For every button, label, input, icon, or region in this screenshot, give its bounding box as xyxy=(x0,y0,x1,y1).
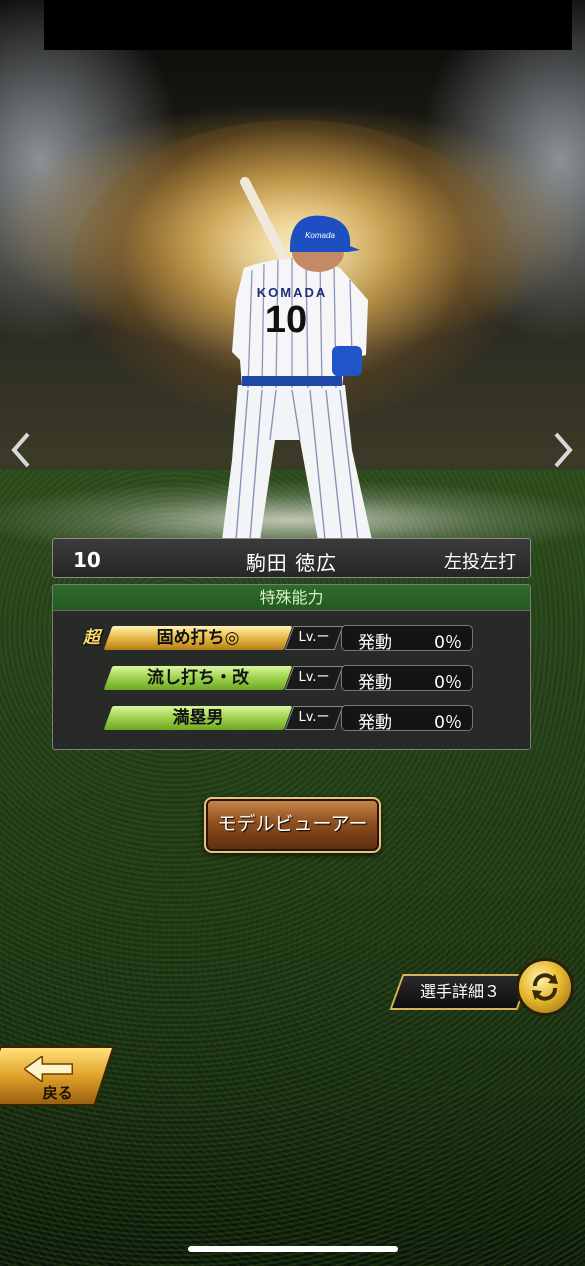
chevron-right-icon xyxy=(554,432,573,468)
back-label: 戻る xyxy=(42,1084,73,1102)
rate-label: 発動 xyxy=(358,673,392,693)
refresh-arrows-icon xyxy=(532,973,558,1001)
abilities-header: 特殊能力 xyxy=(53,585,530,611)
super-badge: 超 xyxy=(83,628,100,648)
activation-rate: 発動 0％ xyxy=(341,625,473,653)
rate-label: 発動 xyxy=(358,633,392,653)
player-head: Komada xyxy=(290,215,360,272)
ability-name: 流し打ち・改 xyxy=(147,668,249,688)
chevron-left-icon xyxy=(11,432,30,468)
rate-value: 0％ xyxy=(434,673,462,693)
ability-tag: 流し打ち・改 xyxy=(103,666,293,690)
player-detail-button[interactable]: 選手詳細３ xyxy=(389,974,531,1010)
rate-value: 0％ xyxy=(434,713,462,733)
rate-label: 発動 xyxy=(358,713,392,733)
home-indicator[interactable] xyxy=(188,1246,398,1252)
ability-level: Lv.ー xyxy=(284,706,344,730)
back-arrow-icon xyxy=(24,1056,74,1082)
stadium-background: KOMADA 10 Komada 10 駒田 徳広 左投左打 特殊能力 固め打ち… xyxy=(0,0,585,1266)
ability-name: 満塁男 xyxy=(172,708,224,728)
ability-level-text: Lv.ー xyxy=(298,630,330,645)
special-abilities-panel: 特殊能力 固め打ち◎ 超 Lv.ー 発動 0％ 流し打ち・改 Lv.ー 発動 0… xyxy=(52,584,531,750)
ability-level-text: Lv.ー xyxy=(298,670,330,685)
ability-name: 固め打ち◎ xyxy=(156,628,240,648)
ability-level: Lv.ー xyxy=(284,666,344,690)
activation-rate: 発動 0％ xyxy=(341,665,473,693)
back-button[interactable]: 戻る xyxy=(0,1046,115,1106)
ability-level-text: Lv.ー xyxy=(298,710,330,725)
bat xyxy=(240,177,295,275)
jersey-name: KOMADA xyxy=(257,285,328,300)
player-image: KOMADA 10 Komada xyxy=(222,177,372,541)
activation-rate: 発動 0％ xyxy=(341,705,473,733)
player-handedness: 左投左打 xyxy=(444,552,516,573)
rate-value: 0％ xyxy=(434,633,462,653)
model-viewer-button[interactable]: モデルビューアー xyxy=(204,797,381,853)
ability-row[interactable]: 流し打ち・改 Lv.ー 発動 0％ xyxy=(53,663,530,693)
swap-icon[interactable] xyxy=(516,958,574,1016)
previous-player-arrow[interactable] xyxy=(6,428,36,472)
ability-tag: 固め打ち◎ xyxy=(103,626,293,650)
player-torso: KOMADA 10 xyxy=(232,258,368,389)
ability-row[interactable]: 固め打ち◎ 超 Lv.ー 発動 0％ xyxy=(53,623,530,653)
ability-level: Lv.ー xyxy=(284,626,344,650)
ability-row[interactable]: 満塁男 Lv.ー 発動 0％ xyxy=(53,703,530,733)
jersey-number: 10 xyxy=(265,299,307,341)
player-legs xyxy=(222,385,372,541)
player-name-bar: 10 駒田 徳広 左投左打 xyxy=(52,538,531,578)
helmet-logo: Komada xyxy=(305,231,335,240)
player-detail-label: 選手詳細３ xyxy=(419,982,500,1001)
ability-tag: 満塁男 xyxy=(103,706,293,730)
next-player-arrow[interactable] xyxy=(548,428,578,472)
